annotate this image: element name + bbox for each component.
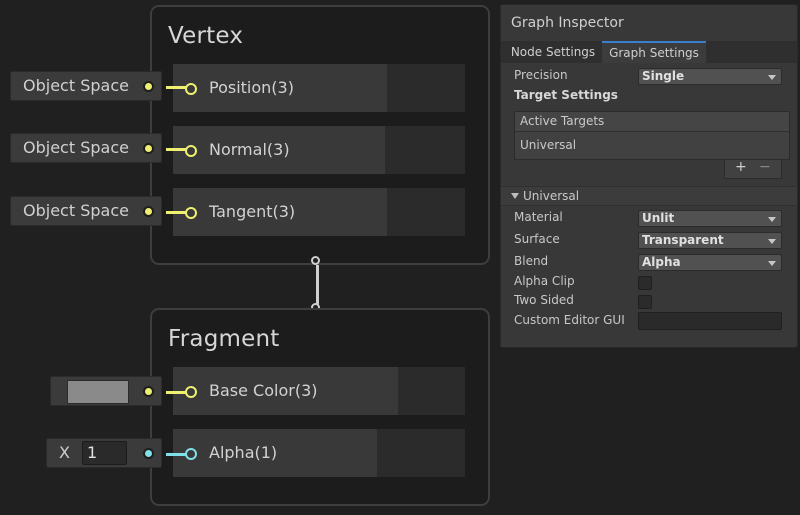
graph-inspector-title: Graph Inspector [511, 15, 624, 31]
alpha-value-field[interactable]: 1 [82, 441, 127, 465]
custom-editor-gui-field[interactable] [638, 312, 782, 330]
add-target-icon[interactable]: + [735, 159, 747, 175]
active-targets-list: Active Targets Universal [514, 111, 790, 160]
slot-base-color-label: Base Color(3) [209, 381, 318, 400]
position-space-chip[interactable]: Object Space [10, 71, 162, 101]
tab-node-settings[interactable]: Node Settings [504, 41, 602, 63]
normal-chip-port-icon[interactable] [145, 145, 152, 152]
precision-label: Precision [514, 68, 568, 82]
precision-value: Single [642, 69, 685, 83]
slot-normal-label: Normal(3) [209, 140, 290, 159]
surface-value: Transparent [642, 233, 724, 247]
alpha-axis-label: X [59, 443, 70, 462]
custom-editor-gui-label: Custom Editor GUI [514, 313, 625, 327]
position-wire [166, 86, 186, 89]
base-color-port-icon[interactable] [185, 386, 197, 398]
slot-normal[interactable]: Normal(3) [173, 126, 465, 174]
base-color-chip[interactable] [50, 376, 162, 406]
alpha-clip-checkbox[interactable] [638, 276, 652, 290]
normal-space-chip[interactable]: Object Space [10, 133, 162, 163]
foldout-triangle-icon [511, 193, 519, 199]
active-target-item-universal[interactable]: Universal [515, 132, 789, 158]
universal-header-label: Universal [523, 189, 580, 203]
slot-tangent[interactable]: Tangent(3) [173, 188, 465, 236]
normal-port-icon[interactable] [185, 145, 197, 157]
normal-space-label: Object Space [23, 138, 129, 157]
tangent-port-icon[interactable] [185, 207, 197, 219]
vertex-title: Vertex [168, 23, 244, 49]
material-dropdown[interactable]: Unlit [638, 210, 782, 227]
base-color-chip-port-icon[interactable] [145, 388, 152, 395]
slot-alpha[interactable]: Alpha(1) [173, 429, 465, 477]
position-space-label: Object Space [23, 76, 129, 95]
fragment-title: Fragment [168, 326, 280, 352]
two-sided-checkbox[interactable] [638, 295, 652, 309]
fragment-block[interactable]: Fragment Base Color(3) Alpha(1) [150, 308, 490, 506]
alpha-port-icon[interactable] [185, 448, 197, 460]
alpha-chip-port-icon[interactable] [145, 450, 152, 457]
blend-value: Alpha [642, 255, 681, 269]
surface-label: Surface [514, 232, 560, 246]
remove-target-icon[interactable]: − [759, 159, 771, 175]
chevron-down-icon [768, 217, 776, 222]
tangent-wire [166, 211, 186, 214]
chevron-down-icon [768, 75, 776, 80]
inspector-tabs: Node Settings Graph Settings [501, 41, 797, 63]
blend-dropdown[interactable]: Alpha [638, 254, 782, 271]
target-settings-label: Target Settings [514, 88, 618, 102]
vertex-block[interactable]: Vertex Position(3) Normal(3) Tangent(3) [150, 5, 490, 265]
tangent-chip-port-icon[interactable] [145, 208, 152, 215]
position-port-icon[interactable] [185, 83, 197, 95]
list-footer: + − [724, 159, 782, 179]
material-label: Material [514, 210, 563, 224]
base-color-swatch[interactable] [67, 380, 129, 404]
tangent-space-label: Object Space [23, 201, 129, 220]
material-value: Unlit [642, 211, 675, 225]
precision-dropdown[interactable]: Single [638, 68, 782, 85]
active-targets-header: Active Targets [515, 112, 789, 132]
chevron-down-icon [768, 239, 776, 244]
active-targets-header-label: Active Targets [520, 114, 605, 128]
chevron-down-icon [768, 261, 776, 266]
alpha-value-chip[interactable]: X 1 [46, 438, 162, 468]
two-sided-label: Two Sided [514, 293, 574, 307]
slot-tangent-label: Tangent(3) [209, 202, 296, 221]
block-connector-top-icon [311, 256, 320, 265]
slot-position-label: Position(3) [209, 78, 294, 97]
graph-inspector-panel: Graph Inspector Node Settings Graph Sett… [500, 4, 798, 348]
tab-graph-settings[interactable]: Graph Settings [602, 41, 706, 63]
tangent-space-chip[interactable]: Object Space [10, 196, 162, 226]
slot-alpha-label: Alpha(1) [209, 443, 278, 462]
active-target-item-label: Universal [520, 138, 577, 152]
alpha-value-text: 1 [87, 443, 98, 462]
slot-position[interactable]: Position(3) [173, 64, 465, 112]
universal-foldout[interactable]: Universal [501, 186, 797, 206]
normal-wire [166, 148, 186, 151]
position-chip-port-icon[interactable] [145, 83, 152, 90]
blend-label: Blend [514, 254, 549, 268]
alpha-wire [166, 453, 186, 456]
alpha-clip-label: Alpha Clip [514, 274, 575, 288]
base-color-wire [166, 391, 186, 394]
surface-dropdown[interactable]: Transparent [638, 232, 782, 249]
slot-base-color[interactable]: Base Color(3) [173, 367, 465, 415]
